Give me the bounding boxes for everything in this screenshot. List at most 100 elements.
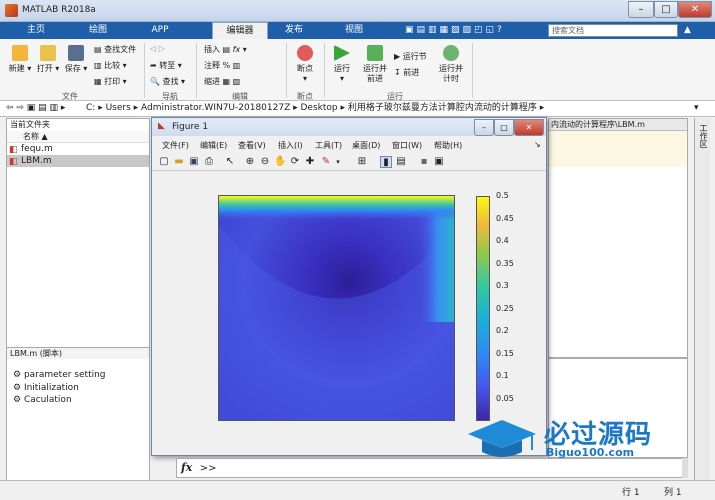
menu-help[interactable]: 帮助(H) [434,140,462,151]
brush-dropdown-icon[interactable]: ▾ [332,156,344,168]
link-plot-icon[interactable]: ⊞ [356,156,368,168]
advance-button[interactable]: ↧ 前进 [394,67,419,78]
tab-apps[interactable]: APP [134,22,186,39]
zoom-in-icon[interactable]: ⊕ [244,156,256,168]
save-icon [68,45,84,61]
run-advance-button[interactable]: 运行并 前进 [360,45,390,84]
show-tools-icon[interactable]: ▣ [433,156,445,168]
tab-plots[interactable]: 绘图 [72,22,124,39]
menu-edit[interactable]: 编辑(E) [200,140,227,151]
indent-button[interactable]: 缩进 ▦ ▧ [204,76,240,87]
colorbar-tick-label: 0.4 [496,236,509,245]
nav-arrows[interactable]: ⇦ ⇨ ▣ ▤ ▥ ▸ [6,101,65,116]
name-column-header[interactable]: 名称 ▲ [7,131,149,143]
brush-icon[interactable]: ✎ [320,156,332,168]
legend-icon[interactable]: ▤ [395,156,407,168]
collapse-ribbon-icon[interactable]: ▲ [684,25,691,35]
hide-tools-icon[interactable]: ▪ [418,156,430,168]
fx-icon: fx [181,461,193,474]
open-button[interactable]: 打开 ▾ [36,45,60,74]
watermark-url: Biguo100.com [546,446,635,459]
workspace-strip[interactable]: 工作区 [694,118,710,493]
tab-home[interactable]: 主页 [10,22,62,39]
file-item[interactable]: ◧ LBM.m [7,155,149,167]
insert-button[interactable]: 插入 ▤ fx ▾ [204,44,247,55]
figure-window: ◣ Figure 1 – □ ✕ 文件(F) 编辑(E) 查看(V) 插入(I)… [151,117,547,456]
editor-tab[interactable]: 内流动的计算程序\LBM.m [549,119,687,131]
section-item[interactable]: ⚙ Caculation [13,394,106,407]
colorbar [476,196,490,421]
search-input[interactable]: 搜索文档 [548,24,678,37]
run-time-button[interactable]: 运行并 计时 [436,45,466,84]
new-button[interactable]: 新建 ▾ [8,45,32,74]
colorbar-tick-label: 0.2 [496,326,509,335]
compare-button[interactable]: ▥ 比较 ▾ [94,60,127,71]
editor-panel: 内流动的计算程序\LBM.m [548,118,688,358]
tab-editor[interactable]: 编辑器 [212,22,268,39]
open-file-icon[interactable]: ▬ [173,156,185,168]
save-button[interactable]: 保存 ▾ [64,45,88,74]
colorbar-tick-label: 0.1 [496,371,509,380]
row-indicator: 行 1 [622,488,640,498]
find-button[interactable]: 🔍 查找 ▾ [150,76,185,87]
section-item[interactable]: ⚙ parameter setting [13,369,106,382]
goto-button[interactable]: ➦ 转至 ▾ [150,60,182,71]
quick-access-toolbar[interactable]: ▣▤▥▦▧▨◰◱? [405,25,505,35]
command-prompt: >> [199,463,217,474]
details-list: ⚙ parameter setting ⚙ Initialization ⚙ C… [13,369,106,407]
figure-title-bar: ◣ Figure 1 – □ ✕ [152,118,546,136]
menu-file[interactable]: 文件(F) [162,140,189,151]
nav-buttons[interactable]: ◁ ▷ [150,44,165,53]
run-time-icon [443,45,459,61]
breadcrumb[interactable]: C: ▸ Users ▸ Administrator.WIN7U-2018012… [86,101,544,116]
run-section-button[interactable]: ▶ 运行节 [394,51,427,62]
figure-menu-bar: 文件(F) 编辑(E) 查看(V) 插入(I) 工具(T) 桌面(D) 窗口(W… [152,138,546,152]
dock-icon[interactable]: ↘ [534,140,541,149]
close-button[interactable]: ✕ [678,1,712,18]
file-item[interactable]: ◧ fequ.m [7,143,149,155]
colorbar-tick-label: 0.3 [496,281,509,290]
status-bar: 行 1 列 1 [0,480,715,500]
save-icon[interactable]: ▣ [188,156,200,168]
print-button[interactable]: ▦ 打印 ▾ [94,76,127,87]
pointer-icon[interactable]: ↖ [224,156,236,168]
print-icon[interactable]: ⎙ [203,156,215,168]
menu-tools[interactable]: 工具(T) [315,140,342,151]
new-figure-icon[interactable]: ▢ [158,156,170,168]
colorbar-tick-label: 0.05 [496,393,514,403]
fig-close-button[interactable]: ✕ [514,119,544,136]
fig-maximize-button[interactable]: □ [494,119,514,136]
fig-minimize-button[interactable]: – [474,119,494,136]
address-dropdown-icon[interactable]: ▾ [694,101,699,116]
details-title: LBM.m (脚本) [7,347,149,359]
menu-view[interactable]: 查看(V) [238,140,266,151]
ribbon: 新建 ▾ 打开 ▾ 保存 ▾ ▤ 查找文件 ▥ 比较 ▾ ▦ 打印 ▾ 文件 ◁… [0,39,715,101]
run-button[interactable]: 运行 ▾ [330,45,354,84]
data-cursor-icon[interactable]: ✚ [304,156,316,168]
maximize-button[interactable]: □ [654,1,678,18]
figure-toolbar: ▢ ▬ ▣ ⎙ ↖ ⊕ ⊖ ✋ ⟳ ✚ ✎ ▾ ⊞ ▮ ▤ ▪ ▣ [152,154,546,171]
colorbar-tick-label: 0.45 [496,213,514,223]
colorbar-icon[interactable]: ▮ [380,156,392,168]
address-bar[interactable]: ⇦ ⇨ ▣ ▤ ▥ ▸ C: ▸ Users ▸ Administrator.W… [0,101,715,117]
colorbar-tick-label: 0.5 [496,191,509,200]
breakpoints-button[interactable]: 断点 ▾ [292,45,318,84]
colorbar-tick-label: 0.15 [496,348,514,358]
breakpoint-icon [297,45,313,61]
menu-insert[interactable]: 插入(I) [278,140,303,151]
menu-window[interactable]: 窗口(W) [392,140,422,151]
menu-desktop[interactable]: 桌面(D) [352,140,380,151]
section-item[interactable]: ⚙ Initialization [13,382,106,395]
folder-open-icon [40,45,56,61]
tab-view[interactable]: 视图 [328,22,380,39]
find-files-button[interactable]: ▤ 查找文件 [94,44,136,55]
zoom-out-icon[interactable]: ⊖ [259,156,271,168]
comment-button[interactable]: 注释 % ▥ [204,60,240,71]
lid-velocity-band [219,196,454,220]
cavity-flow-heatmap [218,195,455,421]
minimize-button[interactable]: – [628,1,654,18]
pan-icon[interactable]: ✋ [274,156,286,168]
tab-publish[interactable]: 发布 [268,22,320,39]
rotate-icon[interactable]: ⟳ [289,156,301,168]
window-title: MATLAB R2018a [22,5,96,15]
